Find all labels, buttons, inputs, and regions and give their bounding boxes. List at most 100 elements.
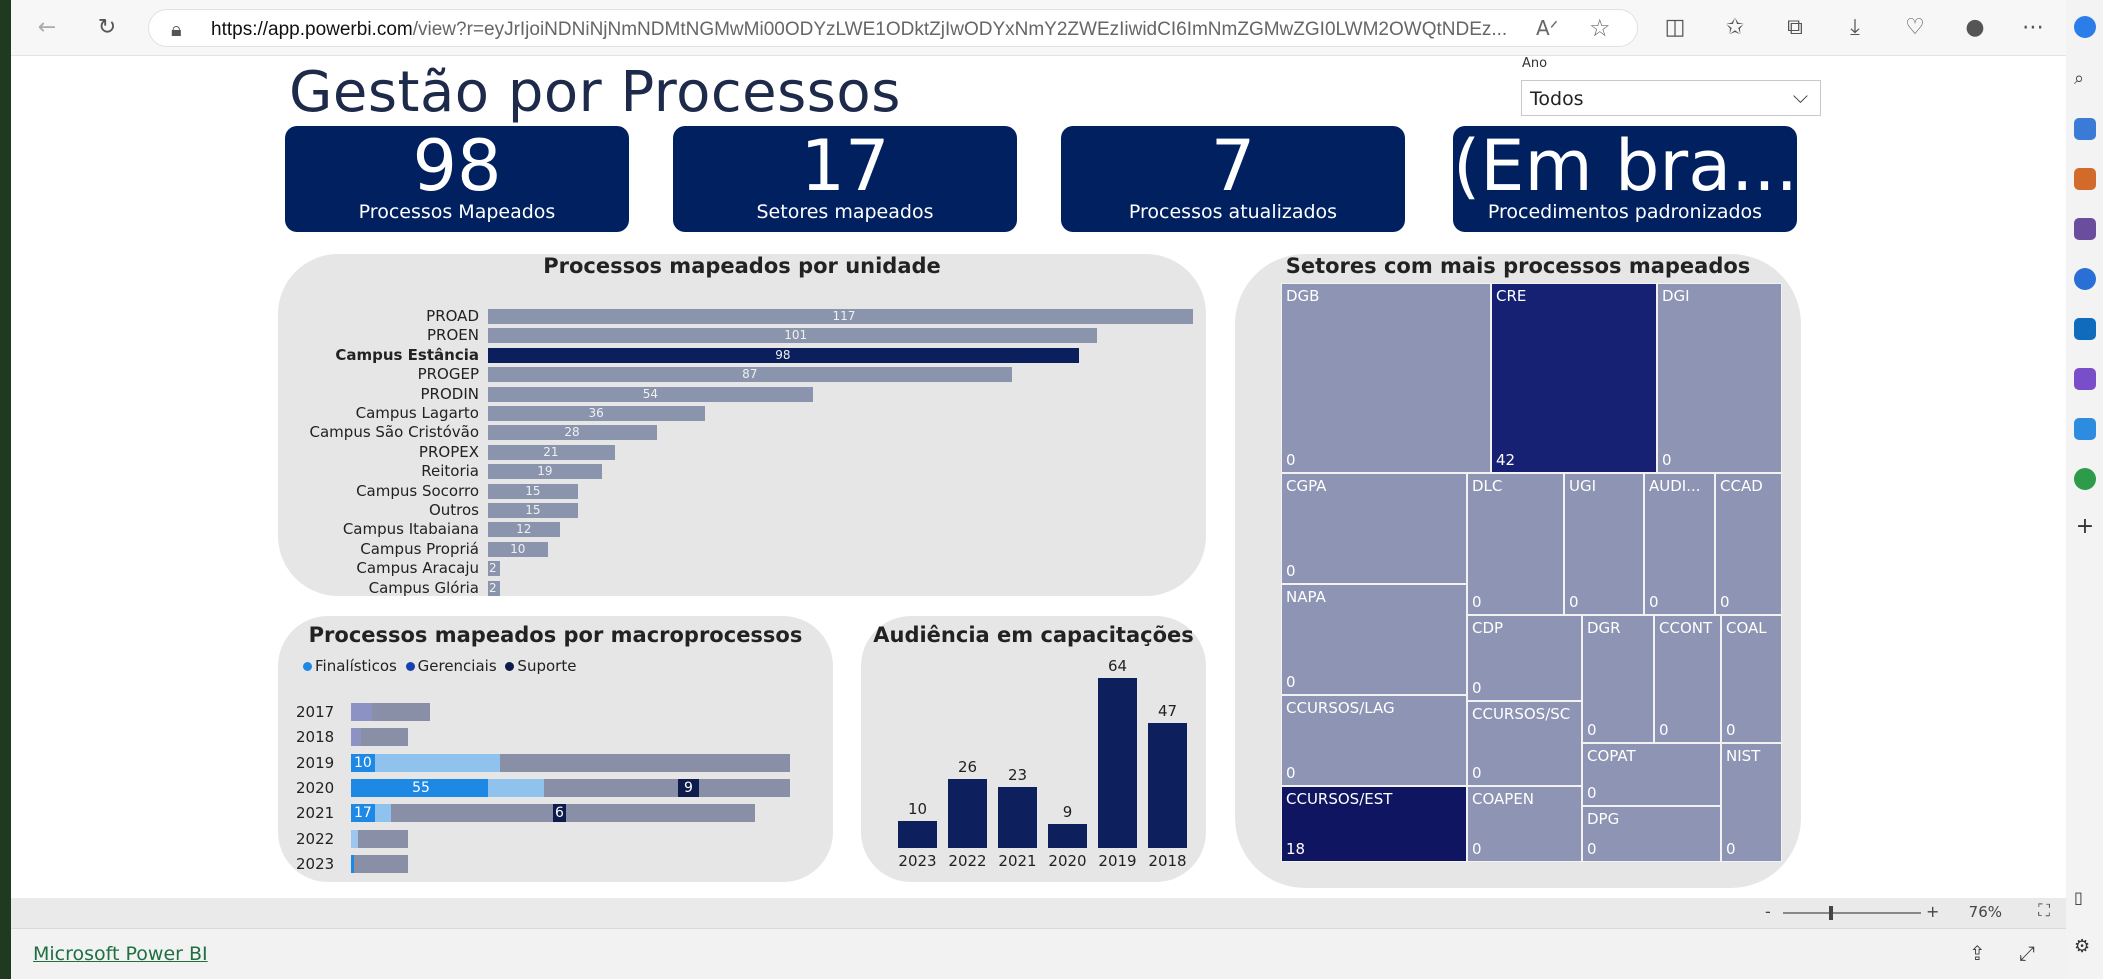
audiencia-bar[interactable] xyxy=(898,821,937,848)
macro-year-label: 2018 xyxy=(296,728,335,747)
unidade-bar-row[interactable]: PROPEX 21 xyxy=(278,443,1206,461)
zoom-level: 76% xyxy=(1968,903,2002,921)
zoom-slider-handle[interactable] xyxy=(1829,906,1833,920)
split-screen-icon[interactable]: ◫ xyxy=(1661,14,1689,42)
zoom-out-button[interactable]: - xyxy=(1765,902,1771,921)
unidade-bar-row[interactable]: Campus Aracaju 2 xyxy=(278,560,1206,577)
treemap-cell[interactable]: CCURSOS/EST 18 xyxy=(1281,786,1467,862)
address-bar[interactable]: 🔒︎ https://app.powerbi.com/view?r=eyJrIj… xyxy=(148,9,1638,47)
treemap-cell[interactable]: DLC 0 xyxy=(1467,473,1564,615)
search-icon[interactable]: ⌕ xyxy=(2074,68,2096,90)
treemap-cell[interactable]: NIST 0 xyxy=(1721,743,1782,862)
tools-icon[interactable] xyxy=(2074,168,2096,190)
macro-bar-segment[interactable] xyxy=(351,854,354,873)
fit-to-page-icon[interactable]: ⛶ xyxy=(2038,901,2050,921)
treemap-cell[interactable]: CDP 0 xyxy=(1467,615,1582,701)
unidade-bar-row[interactable]: Campus Itabaiana 12 xyxy=(278,521,1206,538)
favorite-star-icon[interactable]: ☆ xyxy=(1589,14,1611,42)
audiencia-bar[interactable] xyxy=(998,786,1037,848)
macro-bar-total[interactable] xyxy=(351,854,409,873)
games-icon[interactable] xyxy=(2074,218,2096,240)
designer-icon[interactable] xyxy=(2074,368,2096,390)
treemap-cell-value: 0 xyxy=(1286,562,1296,580)
url-text[interactable]: https://app.powerbi.com/view?r=eyJrIjoiN… xyxy=(211,19,1521,41)
treemap-cell-label: CGPA xyxy=(1286,477,1327,495)
treemap-cell[interactable]: COPAT 0 xyxy=(1582,743,1721,806)
treemap-cell[interactable]: COAPEN 0 xyxy=(1467,786,1582,862)
treemap-cell[interactable]: DGB 0 xyxy=(1281,283,1491,473)
unidade-bar-row[interactable]: Campus Glória 2 xyxy=(278,579,1206,597)
more-menu-icon[interactable]: ⋯ xyxy=(2019,14,2047,42)
chevron-down-icon[interactable]: ⌵ xyxy=(1793,84,1808,108)
audiencia-bar[interactable] xyxy=(1098,678,1137,848)
unidade-bar-row[interactable]: PROAD 117 xyxy=(278,308,1206,325)
treemap-cell[interactable]: CGPA 0 xyxy=(1281,473,1467,584)
unidade-bar-row[interactable]: PRODIN 54 xyxy=(278,385,1206,403)
treemap-cell[interactable]: NAPA 0 xyxy=(1281,584,1467,695)
refresh-icon[interactable]: ↻ xyxy=(93,14,121,42)
unidade-bar-value: 117 xyxy=(832,309,856,323)
treemap-cell[interactable]: CCURSOS/LAG 0 xyxy=(1281,695,1467,786)
kpi-card-atualizados[interactable]: 7 Processos atualizados xyxy=(1061,126,1405,232)
fullscreen-icon[interactable]: ⤢ xyxy=(2019,941,2035,965)
treemap-cell-label: DPG xyxy=(1587,810,1620,828)
add-icon[interactable]: + xyxy=(2074,516,2096,538)
unidade-bar-row[interactable]: Campus Lagarto 36 xyxy=(278,405,1206,422)
treemap-cell[interactable]: CCAD 0 xyxy=(1715,473,1782,615)
settings-icon[interactable]: ⚙ xyxy=(2074,936,2096,958)
outlook-icon[interactable] xyxy=(2074,318,2096,340)
macro-bar-segment[interactable] xyxy=(351,703,373,721)
treemap-cell[interactable]: DPG 0 xyxy=(1582,806,1721,862)
macro-bar-total[interactable] xyxy=(351,829,409,848)
kpi-card-processos[interactable]: 98 Processos Mapeados xyxy=(285,126,629,232)
zoom-slider[interactable] xyxy=(1783,906,1921,920)
unidade-bar-row[interactable]: Outros 15 xyxy=(278,502,1206,519)
unidade-bar-row[interactable]: Reitoria 19 xyxy=(278,463,1206,480)
macro-bar-segment[interactable] xyxy=(351,829,358,848)
zoom-in-button[interactable]: + xyxy=(1926,902,1939,921)
audiencia-year-label: 2023 xyxy=(898,852,937,870)
treemap-cell-label: DGR xyxy=(1587,619,1621,637)
share-icon[interactable]: ⇪ xyxy=(1969,941,1986,965)
treemap-cell[interactable]: AUDI... 0 xyxy=(1644,473,1715,615)
unidade-bar-row[interactable]: Campus Propriá 10 xyxy=(278,540,1206,558)
favorites-icon[interactable]: ✩ xyxy=(1721,14,1749,42)
treemap-cell[interactable]: CCURSOS/SC 0 xyxy=(1467,701,1582,786)
macro-bar-value: 17 xyxy=(351,804,375,823)
unidade-bar-label: PROGEP xyxy=(417,365,479,384)
audiencia-bar[interactable] xyxy=(1048,824,1087,848)
macro-bar-segment[interactable] xyxy=(351,728,362,747)
audiencia-year-label: 2022 xyxy=(948,852,987,870)
audiencia-bar[interactable] xyxy=(1148,723,1187,848)
unidade-bar-row[interactable]: PROEN 101 xyxy=(278,327,1206,344)
collections-icon[interactable]: ⧉ xyxy=(1781,14,1809,42)
unidade-bar-value: 15 xyxy=(525,483,541,498)
audiencia-bar[interactable] xyxy=(948,778,987,848)
treemap-cell[interactable]: DGR 0 xyxy=(1582,615,1654,743)
microsoft-365-icon[interactable] xyxy=(2074,268,2096,290)
shopping-icon[interactable] xyxy=(2074,118,2096,140)
unidade-bar-row[interactable]: Campus Socorro 15 xyxy=(278,482,1206,500)
downloads-icon[interactable]: ⤓ xyxy=(1841,14,1869,42)
tree-icon[interactable] xyxy=(2074,468,2096,490)
year-slicer[interactable]: Todos ⌵ xyxy=(1521,80,1821,116)
unidade-bar-row[interactable]: Campus São Cristóvão 28 xyxy=(278,424,1206,441)
treemap-cell[interactable]: CRE 42 xyxy=(1491,283,1657,473)
unidade-bar-row[interactable]: PROGEP 87 xyxy=(278,366,1206,383)
read-aloud-icon[interactable]: Aᐟ xyxy=(1536,16,1558,40)
back-icon[interactable]: ← xyxy=(33,14,61,42)
kpi-card-setores[interactable]: 17 Setores mapeados xyxy=(673,126,1017,232)
copilot-icon[interactable] xyxy=(2074,16,2096,38)
unidade-bar-row[interactable]: Campus Estância 98 xyxy=(278,346,1206,364)
powerbi-link[interactable]: Microsoft Power BI xyxy=(33,943,208,965)
profile-icon[interactable]: ● xyxy=(1961,14,1989,42)
treemap-cell[interactable]: UGI 0 xyxy=(1564,473,1644,615)
treemap-cell-label: CCURSOS/LAG xyxy=(1286,699,1395,717)
send-icon[interactable] xyxy=(2074,418,2096,440)
treemap-cell[interactable]: COAL 0 xyxy=(1721,615,1782,743)
treemap-cell[interactable]: DGI 0 xyxy=(1657,283,1782,473)
sidebar-toggle-icon[interactable]: ▯ xyxy=(2074,888,2096,910)
treemap-cell[interactable]: CCONT 0 xyxy=(1654,615,1721,743)
browser-essentials-icon[interactable]: ♡ xyxy=(1901,14,1929,42)
kpi-card-procedimentos[interactable]: (Em bra... Procedimentos padronizados xyxy=(1453,126,1797,232)
